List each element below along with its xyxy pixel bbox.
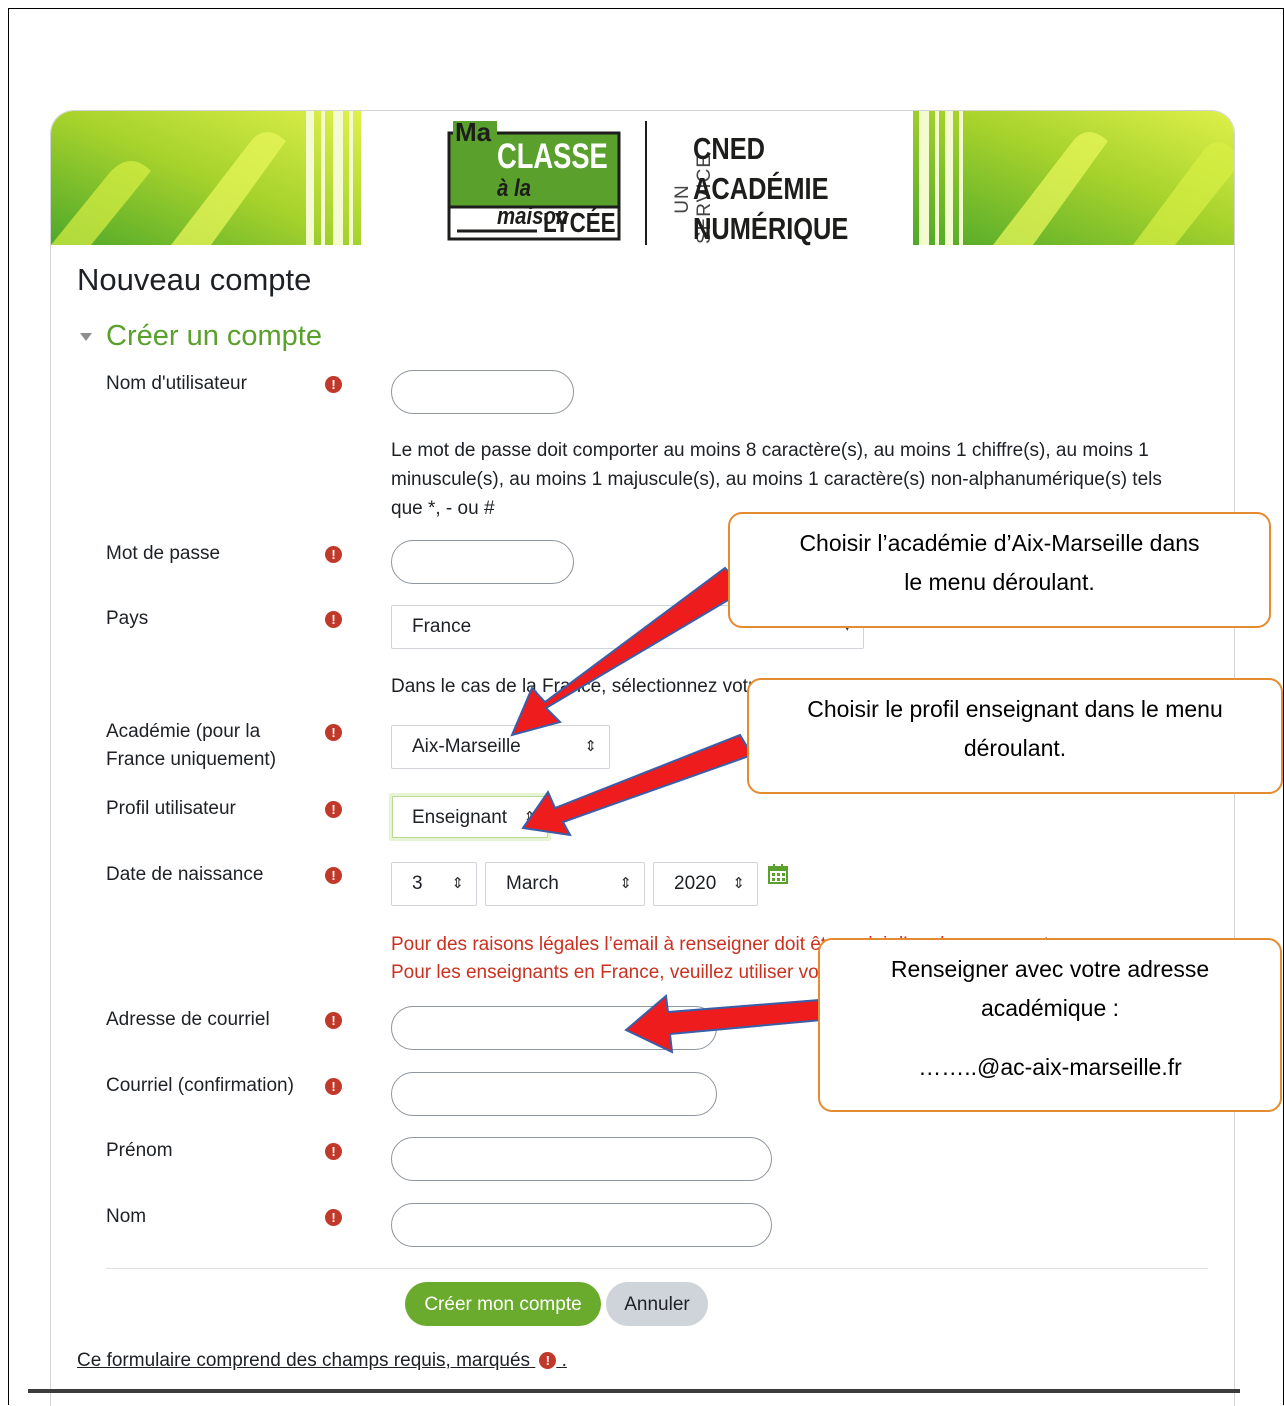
required-icon: ! <box>325 867 342 884</box>
callout-academy-line-1: Choisir l’académie d’Aix-Marseille dans <box>799 530 1200 556</box>
required-icon: ! <box>325 724 342 741</box>
select-updown-icon: ⇕ <box>584 738 597 755</box>
callout-email-line-2: académique : <box>980 995 1120 1021</box>
country-value: France <box>412 616 472 637</box>
select-updown-icon: ⇕ <box>523 809 536 826</box>
page-title: Nouveau compte <box>77 262 312 297</box>
academy-label: Académie (pour la France uniquement) <box>106 718 276 774</box>
password-rule-text: Le mot de passe doit comporter au moins … <box>391 440 1162 519</box>
birthdate-label: Date de naissance <box>106 864 264 885</box>
firstname-input[interactable] <box>391 1137 772 1181</box>
required-icon: ! <box>325 1209 342 1226</box>
callout-academy-line-2: le menu déroulant. <box>904 569 1095 595</box>
logo-classe: CLASSE <box>497 137 608 176</box>
email-input[interactable] <box>391 1006 717 1050</box>
callout-profile-line-2: déroulant. <box>963 735 1067 761</box>
required-icon: ! <box>325 801 342 818</box>
select-updown-icon: ⇕ <box>732 875 745 892</box>
academy-select[interactable]: Aix-Marseille ⇕ <box>391 725 610 769</box>
select-updown-icon: ⇕ <box>451 875 464 892</box>
birthdate-month-value: March <box>506 873 559 894</box>
country-label: Pays <box>106 608 149 629</box>
academy-label-line-1: Académie (pour la <box>106 721 261 742</box>
logo-ma: Ma <box>455 117 492 147</box>
lastname-input[interactable] <box>391 1203 772 1247</box>
callout-email: Renseigner avec votre adresse académique… <box>818 938 1282 1112</box>
page-bottom-rule <box>28 1389 1240 1393</box>
required-icon: ! <box>325 1078 342 1095</box>
birthdate-day-value: 3 <box>412 873 423 894</box>
email-confirm-input[interactable] <box>391 1072 717 1116</box>
username-input[interactable] <box>391 370 574 414</box>
section-title: Créer un compte <box>106 320 322 352</box>
cancel-button[interactable]: Annuler <box>606 1282 708 1326</box>
cned-line-3: NUMÉRIQUE <box>693 211 849 246</box>
calendar-icon[interactable] <box>768 864 788 884</box>
cned-wordmark: CNED ACADÉMIE NUMÉRIQUE <box>693 129 848 249</box>
form-divider <box>106 1268 1208 1269</box>
required-icon: ! <box>325 611 342 628</box>
required-icon: ! <box>325 1143 342 1160</box>
callout-profile-line-1: Choisir le profil enseignant dans le men… <box>807 696 1223 722</box>
profile-select[interactable]: Enseignant ⇕ <box>389 793 551 841</box>
profile-value: Enseignant <box>412 807 508 828</box>
cned-line-2: ACADÉMIE <box>693 171 829 206</box>
note-period: . <box>561 1350 567 1371</box>
callout-email-line-3: ……..@ac-aix-marseille.fr <box>918 1054 1182 1080</box>
birthdate-year-select[interactable]: 2020 ⇕ <box>653 862 758 906</box>
section-toggle[interactable]: Créer un compte <box>80 320 322 353</box>
header-banner: Ma CLASSE à la maison LYCÉE UN SERVICE C… <box>51 111 1234 246</box>
banner-left-art <box>51 111 361 245</box>
password-label: Mot de passe <box>106 543 221 564</box>
email-label: Adresse de courriel <box>106 1009 270 1030</box>
password-input[interactable] <box>391 540 574 584</box>
profile-label: Profil utilisateur <box>106 798 236 819</box>
callout-profile: Choisir le profil enseignant dans le men… <box>747 678 1283 794</box>
required-fields-note-text: Ce formulaire comprend des champs requis… <box>77 1350 531 1371</box>
required-icon: ! <box>325 1012 342 1029</box>
birthdate-day-select[interactable]: 3 ⇕ <box>391 862 477 906</box>
birthdate-year-value: 2020 <box>674 873 717 894</box>
ma-classe-logo: Ma CLASSE à la maison LYCÉE <box>447 117 623 241</box>
required-icon: ! <box>539 1352 557 1369</box>
birthdate-month-select[interactable]: March ⇕ <box>485 862 645 906</box>
logo-separator <box>645 121 647 245</box>
lastname-label: Nom <box>106 1206 147 1227</box>
create-account-button[interactable]: Créer mon compte <box>405 1282 601 1326</box>
firstname-label: Prénom <box>106 1140 173 1161</box>
select-updown-icon: ⇕ <box>619 875 632 892</box>
required-fields-note: Ce formulaire comprend des champs requis… <box>77 1350 567 1372</box>
callout-academy: Choisir l’académie d’Aix-Marseille dans … <box>728 512 1271 628</box>
required-icon: ! <box>325 376 342 393</box>
caret-down-icon <box>80 332 92 341</box>
cned-line-1: CNED <box>693 131 766 166</box>
callout-email-line-1: Renseigner avec votre adresse <box>890 956 1210 982</box>
academy-label-line-2: France uniquement) <box>106 749 277 770</box>
required-icon: ! <box>325 546 342 563</box>
banner-right-art <box>913 111 1234 245</box>
logo-lycee: LYCÉE <box>543 207 616 238</box>
email-confirm-label: Courriel (confirmation) <box>106 1075 294 1096</box>
username-label: Nom d'utilisateur <box>106 373 247 394</box>
academy-value: Aix-Marseille <box>412 736 521 757</box>
